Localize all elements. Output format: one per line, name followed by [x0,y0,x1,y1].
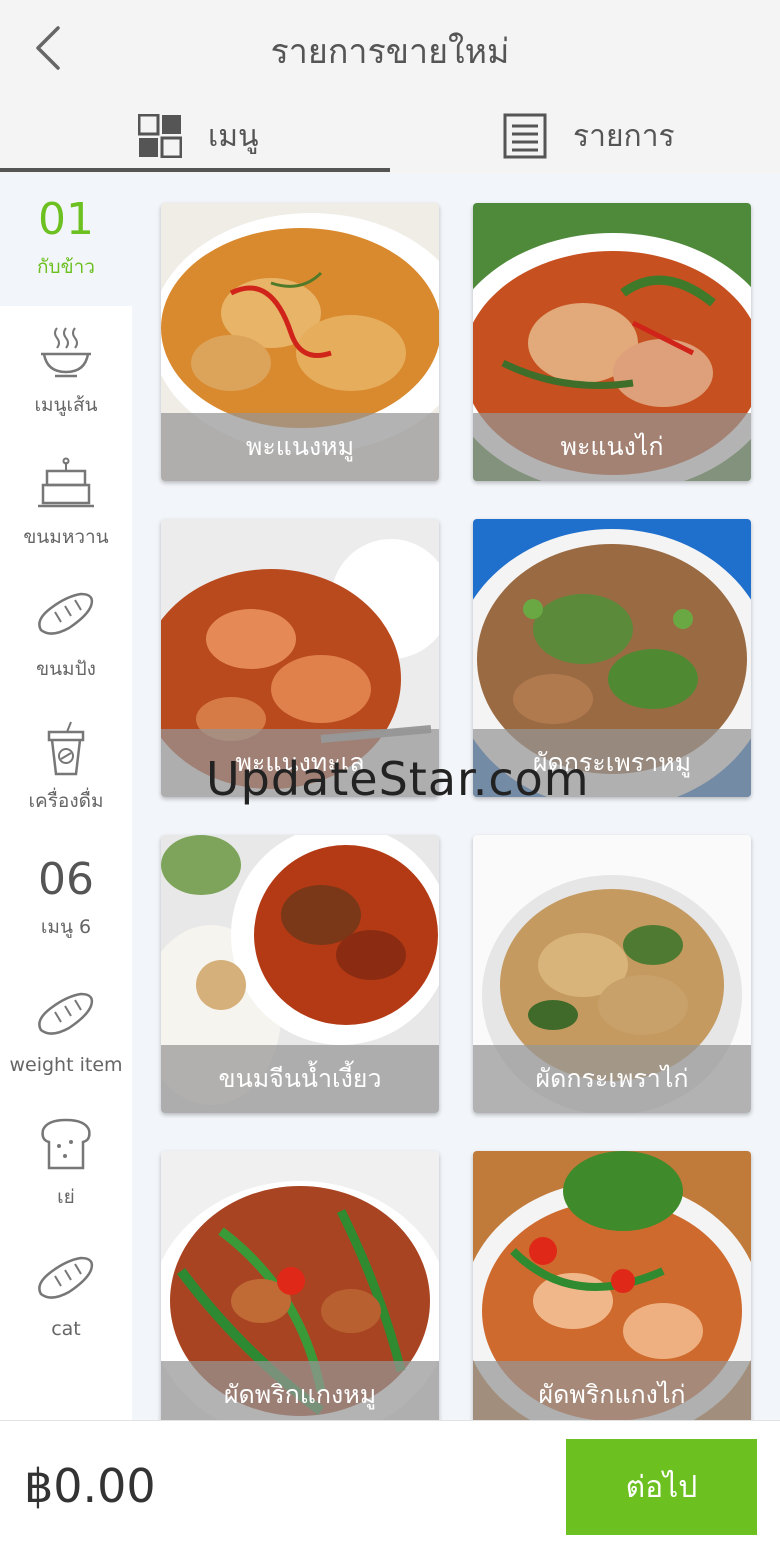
menu-item-name: พะแนงทะเล [161,729,439,797]
menu-item-name: ขนมจีนน้ำเงี้ยว [161,1045,439,1113]
toast-icon [41,1118,91,1170]
bread-icon [38,992,94,1035]
sidebar-item-label: เครื่องดื่ม [28,790,104,812]
menu-item-name: ผัดกระเพราไก่ [473,1045,751,1113]
bread-icon [38,592,94,635]
menu-item-card[interactable]: พะแนงทะเล [161,519,439,797]
page-title: รายการขายใหม่ [270,32,510,72]
category-code: 01 [38,194,94,245]
sidebar-item-noodles[interactable]: เมนูเส้น [0,306,132,438]
menu-item-card[interactable]: ผัดกระเพราหมู [473,519,751,797]
sidebar-item-weight-item[interactable]: weight item [0,966,132,1098]
noodle-bowl-icon [41,327,91,378]
menu-item-card[interactable]: ผัดกระเพราไก่ [473,835,751,1113]
bread-icon [38,1256,94,1299]
tab-menu[interactable]: เมนู [138,98,259,174]
tab-menu-label: เมนู [208,118,259,154]
category-sidebar: 01 กับข้าว เมนูเส้น ขนมหวาน ขนมปัง เครื่… [0,174,132,1420]
sidebar-item-label: กับข้าว [37,256,95,278]
sidebar-item-drinks[interactable]: เครื่องดื่ม [0,702,132,834]
list-icon [503,113,547,159]
category-code: 06 [38,854,94,905]
cake-icon [38,457,94,508]
sidebar-item-desserts[interactable]: ขนมหวาน [0,438,132,570]
sidebar-item-label: เมนูเส้น [34,394,98,416]
sidebar-item-bread[interactable]: ขนมปัง [0,570,132,702]
sidebar-item-label: เมนู 6 [40,916,92,938]
menu-item-name: พะแนงไก่ [473,413,751,481]
tab-list[interactable]: รายการ [503,98,675,174]
order-total: ฿0.00 [24,1459,156,1513]
drink-cup-icon [47,721,85,776]
sidebar-item-cat[interactable]: cat [0,1230,132,1362]
sidebar-item-yei[interactable]: เย่ [0,1098,132,1230]
sidebar-item-label: cat [51,1318,81,1340]
active-tab-indicator [0,168,390,172]
menu-item-card[interactable]: พะแนงหมู [161,203,439,481]
menu-item-card[interactable]: ขนมจีนน้ำเงี้ยว [161,835,439,1113]
menu-item-name: ผัดกระเพราหมู [473,729,751,797]
next-button[interactable]: ต่อไป [566,1439,757,1535]
tab-list-label: รายการ [573,118,675,154]
sidebar-item-label: weight item [9,1054,123,1076]
sidebar-item-label: ขนมหวาน [23,526,109,548]
sidebar-item-menu6[interactable]: 06 เมนู 6 [0,834,132,966]
top-bar: รายการขายใหม่ [0,0,780,98]
menu-item-name: ผัดพริกแกงไก่ [473,1361,751,1420]
menu-item-name: พะแนงหมู [161,413,439,481]
menu-item-card[interactable]: พะแนงไก่ [473,203,751,481]
sidebar-item-label: ขนมปัง [36,658,96,680]
sidebar-item-kapkhao[interactable]: 01 กับข้าว [0,174,132,306]
grid-icon [138,114,182,158]
bottom-bar: ฿0.00 ต่อไป [0,1420,780,1553]
menu-item-card[interactable]: ผัดพริกแกงไก่ [473,1151,751,1420]
view-tabs: เมนู รายการ [0,98,780,174]
menu-item-name: ผัดพริกแกงหมู [161,1361,439,1420]
menu-grid: พะแนงหมู พะแนงไก่ พะแนงทะเล ผัดกระเพราหม… [132,174,780,1420]
menu-item-card[interactable]: ผัดพริกแกงหมู [161,1151,439,1420]
sidebar-item-label: เย่ [57,1186,75,1208]
